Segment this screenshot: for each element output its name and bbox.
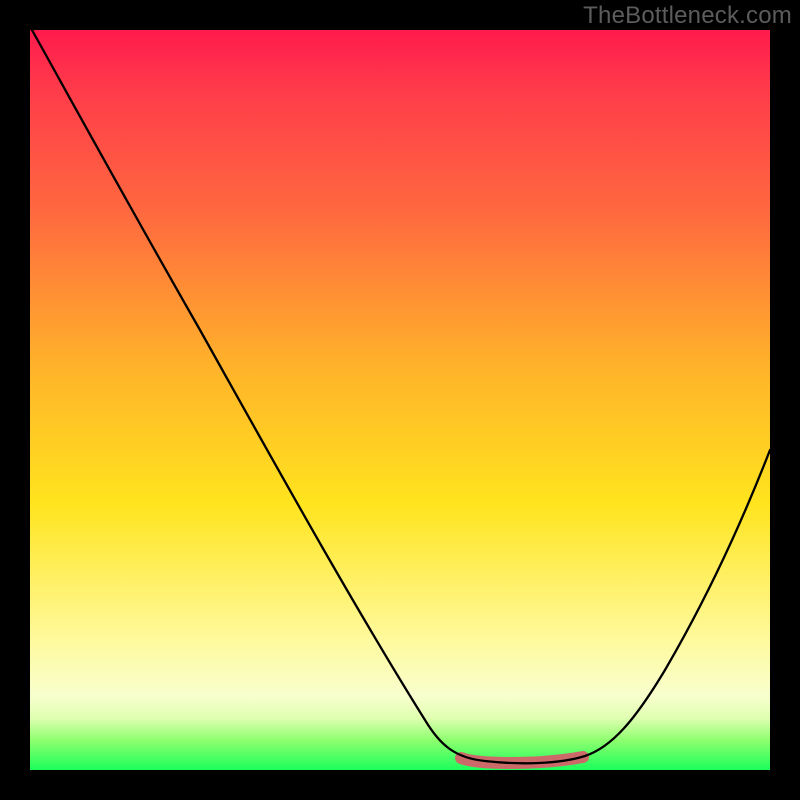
chart-frame: TheBottleneck.com (0, 0, 800, 800)
bottleneck-curve (32, 30, 770, 763)
plot-area (30, 30, 770, 770)
curve-svg (30, 30, 770, 770)
watermark-text: TheBottleneck.com (583, 2, 792, 30)
